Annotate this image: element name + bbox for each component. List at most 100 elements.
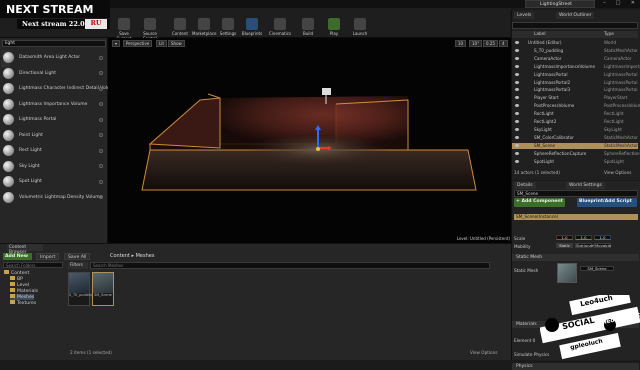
help-icon[interactable] <box>99 148 103 153</box>
place-actor-item[interactable]: Lightmass Portal <box>3 112 107 127</box>
camera-speed-button[interactable]: 4 <box>499 40 508 47</box>
level-viewport[interactable] <box>108 38 511 243</box>
outliner-row[interactable]: PostProcessVolume PostProcessVolume <box>512 103 640 109</box>
visibility-eye-icon[interactable] <box>515 64 519 68</box>
outliner-row[interactable]: Player Start PlayerStart <box>512 95 638 101</box>
folder-tree-item[interactable]: Textures <box>10 300 36 306</box>
visibility-eye-icon[interactable] <box>515 159 519 163</box>
help-icon[interactable] <box>99 179 103 184</box>
save-all-button[interactable]: Save All <box>64 253 91 260</box>
outliner-row[interactable]: CameraActor CameraActor <box>512 56 638 62</box>
visibility-eye-icon[interactable] <box>515 48 519 52</box>
maximize-button[interactable]: □ <box>616 0 621 8</box>
place-actor-item[interactable]: Datasmith Area Light Actor <box>3 50 107 65</box>
place-actor-item[interactable]: Sky Light <box>3 159 107 174</box>
visibility-eye-icon[interactable] <box>515 151 519 155</box>
filters-button[interactable]: Filters <box>68 262 88 269</box>
visibility-eye-icon[interactable] <box>515 127 519 131</box>
place-actor-item[interactable]: Rect Light <box>3 143 107 158</box>
scale-snap-button[interactable]: 0.25 <box>483 40 498 47</box>
outliner-view-options[interactable]: View Options <box>604 170 631 175</box>
perspective-button[interactable]: Perspective <box>123 40 153 47</box>
outliner-row[interactable]: SphereReflectionCapture SphereReflectionC… <box>512 151 640 157</box>
visibility-eye-icon[interactable] <box>515 88 519 92</box>
scale-z[interactable]: 1.0 <box>594 235 611 240</box>
place-actor-item[interactable]: Lightmass Importance Volume <box>3 97 107 112</box>
help-icon[interactable] <box>99 102 103 106</box>
outliner-row[interactable]: RectLight2 RectLight <box>512 119 638 125</box>
outliner-row[interactable]: SM_ColorCalibrator StaticMeshActor <box>512 135 638 141</box>
content-view-options[interactable]: View Options <box>470 350 510 355</box>
visibility-eye-icon[interactable] <box>515 135 519 139</box>
visibility-eye-icon[interactable] <box>515 72 519 76</box>
grid-snap-button[interactable]: 10 <box>455 40 467 47</box>
outliner-search[interactable] <box>512 22 638 29</box>
visibility-eye-icon[interactable] <box>515 41 519 44</box>
tab-world-outliner[interactable]: World Outliner <box>556 12 595 19</box>
visibility-eye-icon[interactable] <box>515 120 519 123</box>
minimize-button[interactable]: – <box>603 0 606 8</box>
help-icon[interactable] <box>99 195 103 199</box>
static-mesh-section[interactable]: Static Mesh <box>512 254 639 261</box>
mobility-movable[interactable]: Movable <box>594 243 611 248</box>
type-column[interactable]: Type <box>604 32 614 37</box>
add-component-button[interactable]: + Add Component <box>514 198 565 207</box>
place-actor-item[interactable]: Lightmass Character Indirect Detail Volu <box>3 81 110 96</box>
outliner-row[interactable]: LightmassPortal2 LightmassPortal <box>512 80 638 86</box>
mobility-stationary[interactable]: Stationary <box>575 243 596 248</box>
scene-render[interactable] <box>108 38 511 243</box>
visibility-eye-icon[interactable] <box>515 143 519 147</box>
add-new-button[interactable]: Add New <box>3 253 32 260</box>
search-meshes-input[interactable]: Search Meshes <box>90 262 490 269</box>
outliner-row[interactable]: SpotLight SpotLight <box>512 159 638 165</box>
static-mesh-picker[interactable]: SM_Scene <box>580 266 614 271</box>
help-icon[interactable] <box>99 71 103 75</box>
tab-content-browser[interactable]: Content Browser <box>7 244 43 255</box>
import-button[interactable]: Import <box>36 253 60 260</box>
label-column[interactable]: Label <box>534 32 546 37</box>
outliner-row[interactable]: SM_Scene StaticMeshActor <box>512 142 638 149</box>
search-folders-input[interactable]: Search Folders <box>3 262 63 268</box>
tab-world-settings[interactable]: World Settings <box>566 182 605 189</box>
physics-section[interactable]: Physics <box>512 363 639 370</box>
tab-levels[interactable]: Levels <box>514 12 535 19</box>
outliner-row[interactable]: LightmassPortal3 LightmassPortal <box>512 87 638 93</box>
tab-details[interactable]: Details <box>514 182 536 189</box>
actor-name-field[interactable]: SM_Scene <box>514 190 638 197</box>
outliner-row[interactable]: S_T0_pudding StaticMeshActor <box>512 48 638 54</box>
scale-y[interactable]: 1.0 <box>575 235 592 240</box>
asset-tile[interactable]: SM_Scene <box>92 272 114 306</box>
help-icon[interactable] <box>99 86 103 91</box>
rotation-snap-button[interactable]: 10° <box>469 40 483 47</box>
component-selected[interactable]: SM_Scene(Instance) <box>514 214 638 220</box>
visibility-eye-icon[interactable] <box>515 56 519 60</box>
help-icon[interactable] <box>99 133 103 137</box>
breadcrumb-meshes[interactable]: Meshes <box>136 253 155 259</box>
level-tab[interactable]: LightingStreet <box>525 0 595 8</box>
help-icon[interactable] <box>99 117 103 122</box>
mobility-static[interactable]: Static <box>556 243 573 248</box>
breadcrumb-content[interactable]: Content <box>110 253 130 259</box>
help-icon[interactable] <box>99 164 103 168</box>
place-actor-item[interactable]: Spot Light <box>3 174 107 189</box>
help-icon[interactable] <box>99 55 103 60</box>
close-window-button[interactable]: ✕ <box>631 0 635 8</box>
place-actor-item[interactable]: Point Light <box>3 128 107 143</box>
viewport-options-button[interactable]: ▾ <box>112 40 121 47</box>
visibility-eye-icon[interactable] <box>515 112 519 116</box>
place-actor-item[interactable]: Volumetric Lightmap Density Volume <box>3 190 107 205</box>
visibility-eye-icon[interactable] <box>515 96 519 100</box>
asset-tile[interactable]: S_T0_pudding <box>68 272 93 306</box>
place-actor-item[interactable]: Directional Light <box>3 66 107 81</box>
place-actors-search[interactable]: light <box>2 40 106 47</box>
scale-x[interactable]: 1.0 <box>556 235 573 240</box>
outliner-row[interactable]: Untitled (Editor) World <box>512 40 638 46</box>
outliner-row[interactable]: LightmassImportanceVolume LightmassImport… <box>512 64 640 70</box>
outliner-row[interactable]: RectLight RectLight <box>512 111 638 117</box>
static-mesh-thumbnail[interactable] <box>557 263 577 283</box>
lit-button[interactable]: Lit <box>156 40 167 47</box>
visibility-eye-icon[interactable] <box>515 104 519 108</box>
outliner-row[interactable]: SkyLight SkyLight <box>512 127 638 133</box>
visibility-eye-icon[interactable] <box>515 80 519 84</box>
blueprint-add-script-button[interactable]: Blueprint/Add Script <box>577 198 637 207</box>
